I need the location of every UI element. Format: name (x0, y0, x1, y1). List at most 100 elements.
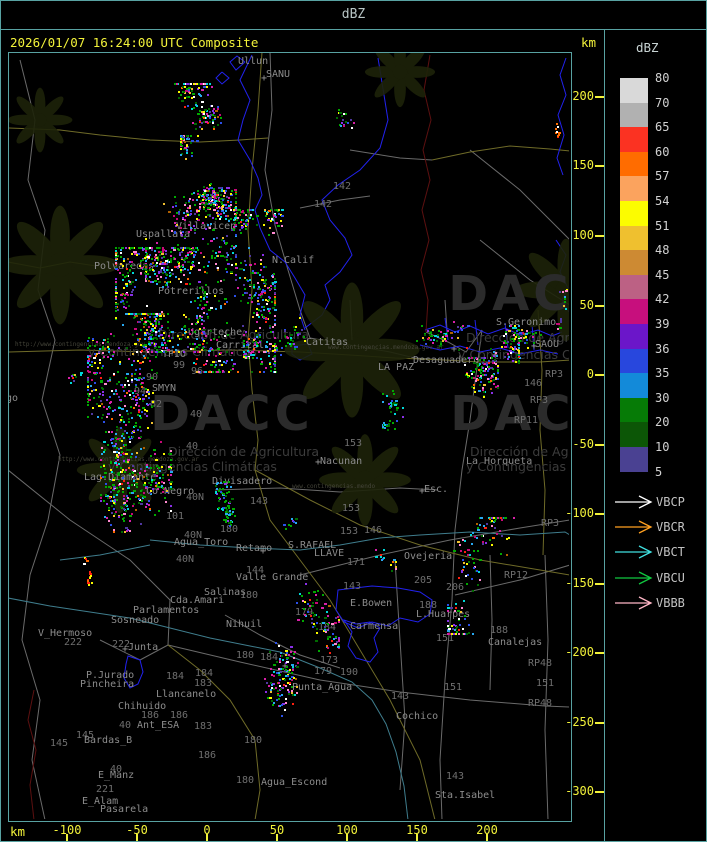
x-axis-tick-mark (276, 834, 278, 841)
y-axis-tick-label: 0 (586, 367, 594, 381)
y-axis-tick-mark (595, 652, 604, 654)
y-axis-tick-label: -100 (565, 506, 594, 520)
colorbar-swatch (620, 447, 648, 472)
map-place-label: S.Geronimo (496, 317, 556, 328)
colorbar-swatch (620, 324, 648, 349)
map-place-label: Ant_ESA (137, 720, 179, 731)
colorbar-value-label: 65 (655, 120, 670, 135)
colorbar-swatch (620, 299, 648, 324)
map-place-label: Catitas (306, 337, 348, 348)
y-axis-tick-label: -250 (565, 715, 594, 729)
map-place-label: SANU (266, 69, 290, 80)
map-route-number: 143 (343, 581, 361, 592)
station-plus-marker: + (315, 457, 321, 468)
colorbar-value-label: 10 (655, 440, 670, 454)
colorbar-swatch (620, 176, 648, 201)
map-route-number: 82 (150, 399, 162, 410)
colorbar-value-label: 57 (655, 169, 670, 184)
map-place-label: La Horqueta (466, 456, 532, 467)
colorbar-swatch (620, 348, 648, 374)
y-axis-tick-mark (595, 165, 604, 167)
colorbar-swatch (620, 373, 648, 398)
colorbar-title: dBZ (636, 40, 659, 55)
map-place-label: Bardas_B (84, 735, 132, 746)
dacc-text-watermark: DACC (150, 386, 313, 442)
y-axis-tick-mark (595, 513, 604, 515)
vector-legend-label: VBCP (656, 495, 685, 509)
map-place-label: Punta_Agua (292, 682, 352, 693)
map-route-number: RP48 (528, 658, 552, 669)
y-axis-tick-label: 150 (572, 158, 594, 172)
colorbar-value-label: 80 (655, 71, 670, 85)
colorbar-swatch (620, 102, 648, 128)
map-route-number: 142 (314, 199, 332, 210)
colorbar-value-label: 35 (655, 366, 670, 381)
radar-app-window: dBZ 2026/01/07 16:24:00 UTC Composite km… (0, 0, 707, 842)
map-place-label: Ullun (238, 56, 268, 67)
x-axis-tick-mark (416, 834, 418, 841)
y-axis-tick-mark (595, 305, 604, 307)
y-axis-tick-label: 200 (572, 89, 594, 103)
map-route-number: 180 (236, 775, 254, 786)
colorbar-swatch (620, 422, 648, 447)
map-boundary-line (299, 195, 371, 209)
colorbar-value-label: 42 (655, 292, 670, 307)
vector-legend-label: VBCU (656, 570, 685, 585)
map-route-number: 142 (333, 181, 351, 192)
radar-map-canvas: Dirección de Agriculturay Contingencias … (9, 53, 569, 819)
map-place-label: Agua_Escond (261, 777, 327, 788)
bottom-axis-unit: km (10, 824, 26, 839)
y-axis-tick-mark (595, 583, 604, 585)
vbcp-arrow-icon (615, 495, 653, 509)
y-axis-tick-mark (595, 722, 604, 724)
colorbar-value-label: 48 (655, 243, 670, 258)
station-plus-marker: + (261, 73, 267, 84)
colorbar-value-label: 70 (655, 95, 670, 110)
map-boundary-line (59, 544, 151, 561)
map-route-number: 180 (240, 590, 258, 601)
colorbar-swatch (620, 225, 648, 251)
y-axis-tick-label: -50 (572, 437, 594, 451)
map-boundary-line (215, 71, 230, 85)
map-route-number: 146 (524, 378, 542, 389)
map-route-number: 179 (314, 666, 332, 677)
map-route-number: 101 (166, 511, 184, 522)
y-axis-tick-mark (595, 791, 604, 793)
map-route-number: 206 (446, 582, 464, 593)
map-route-number: 180 (236, 650, 254, 661)
map-route-number: 40N (176, 554, 194, 565)
colorbar-swatch (620, 151, 648, 177)
map-place-label: Nihuil (226, 619, 262, 630)
map-place-label: Sosneado (111, 615, 159, 626)
map-route-number: 184 (166, 671, 184, 682)
map-boundary-line (27, 689, 37, 819)
colorbar-swatch (620, 250, 648, 275)
colorbar-value-label: 60 (655, 144, 670, 159)
map-place-label: Junta (128, 642, 158, 653)
map-place-label: E.Bowen (350, 598, 392, 609)
map-route-number: 188 (490, 625, 508, 636)
map-route-number: RP48 (528, 698, 552, 709)
y-axis-tick-mark (595, 235, 604, 237)
x-axis-tick-mark (486, 834, 488, 841)
vbct-arrow-icon (615, 545, 653, 559)
colorbar-value-label: 51 (655, 218, 670, 233)
window-title: dBZ (0, 0, 707, 30)
map-route-number: 183 (194, 721, 212, 732)
map-boundary-line (349, 149, 433, 161)
map-route-number: 145 (50, 738, 68, 749)
map-route-number: 153 (340, 526, 358, 537)
map-place-label: Ovejeria (404, 551, 452, 562)
colorbar-swatch (620, 397, 648, 423)
map-route-number: 190 (340, 667, 358, 678)
colorbar-value-label: 5 (655, 464, 663, 479)
map-place-label: ago (9, 393, 18, 404)
station-plus-marker: + (451, 344, 457, 355)
vbbb-arrow-icon (615, 596, 653, 610)
map-boundary-line (431, 145, 569, 161)
map-place-label: Nacunan (320, 456, 362, 467)
map-route-number: 99 (173, 360, 185, 371)
x-axis-tick-mark (346, 834, 348, 841)
colorbar-value-label: 39 (655, 317, 670, 331)
map-route-number: RP12 (504, 570, 528, 581)
